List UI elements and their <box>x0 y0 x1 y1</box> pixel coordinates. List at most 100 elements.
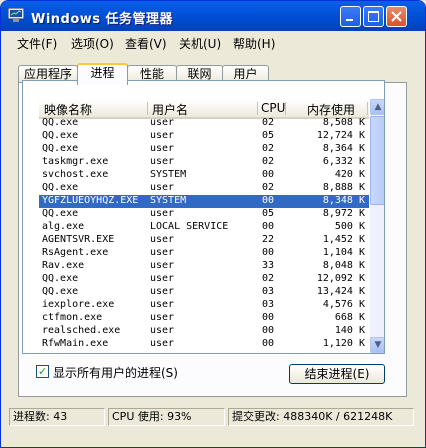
process-cpu: 05 <box>262 208 275 219</box>
close-icon <box>391 11 402 22</box>
process-list[interactable]: 映像名称 用户名 CPU 内存使用 QQ.exe user 02 8,508 K QQ.… <box>22 80 385 354</box>
process-cpu: 22 <box>262 234 275 245</box>
scroll-up-button[interactable]: ▲ <box>370 99 384 115</box>
process-row[interactable]: QQ.exe user 02 8,888 K <box>39 182 369 195</box>
process-memory: 4,576 K <box>322 299 365 310</box>
process-cpu: 02 <box>262 273 275 284</box>
window-title: Windows 任务管理器 <box>31 12 174 27</box>
show-all-users-checkbox[interactable]: ✓ <box>36 365 49 378</box>
process-row[interactable]: AGENTSVR.EXE user 22 1,452 K <box>39 234 369 247</box>
process-row[interactable]: alg.exe LOCAL SERVICE 00 500 K <box>39 221 369 234</box>
process-memory: 500 K <box>334 221 365 232</box>
process-name: QQ.exe <box>42 286 79 297</box>
status-commit-charge: 提交更改: 488340K / 621248K <box>228 408 414 426</box>
process-row[interactable]: QQ.exe user 05 8,972 K <box>39 208 369 221</box>
process-memory: 420 K <box>334 169 365 180</box>
process-row[interactable]: QQ.exe user 03 13,424 K <box>39 286 369 299</box>
column-divider[interactable] <box>285 102 286 115</box>
process-user: user <box>150 286 175 297</box>
process-cpu: 00 <box>262 221 275 232</box>
show-all-users-label[interactable]: 显示所有用户的进程(S) <box>53 364 178 381</box>
title-bar[interactable]: Windows 任务管理器 <box>1 1 425 31</box>
process-name: QQ.exe <box>42 182 79 193</box>
process-name: QQ.exe <box>42 208 79 219</box>
process-row[interactable]: QQ.exe user 02 8,364 K <box>39 143 369 156</box>
process-name: taskmgr.exe <box>42 156 109 167</box>
process-cpu: 02 <box>262 156 275 167</box>
process-row[interactable]: RsAgent.exe user 00 1,104 K <box>39 247 369 260</box>
tab-processes[interactable]: 进程 <box>77 63 128 85</box>
menu-shutdown[interactable]: 关机(U) <box>179 35 221 52</box>
process-name: svchost.exe <box>42 169 109 180</box>
status-process-count: 进程数: 43 <box>9 408 105 426</box>
process-user: user <box>150 338 175 349</box>
process-row[interactable]: ctfmon.exe user 00 668 K <box>39 312 369 325</box>
process-row[interactable]: QQ.exe user 02 12,092 K <box>39 273 369 286</box>
minimize-icon <box>346 19 353 21</box>
process-row[interactable]: svchost.exe SYSTEM 00 420 K <box>39 169 369 182</box>
process-user: user <box>150 325 175 336</box>
scroll-down-button[interactable]: ▼ <box>370 337 384 353</box>
process-memory: 8,888 K <box>322 182 365 193</box>
task-manager-icon <box>8 8 24 22</box>
process-name: RfwMain.exe <box>42 338 109 349</box>
process-cpu: 00 <box>262 247 275 258</box>
minimize-button[interactable] <box>340 6 361 27</box>
process-memory: 12,724 K <box>316 130 365 141</box>
process-row[interactable]: RfwMain.exe user 00 1,120 K <box>39 338 369 351</box>
column-cpu[interactable]: CPU <box>261 101 285 117</box>
task-manager-window: Windows 任务管理器 文件(F) 选项(O) 查看(V) 关机(U) 帮助… <box>0 0 426 448</box>
menu-help[interactable]: 帮助(H) <box>233 35 275 52</box>
column-user-name[interactable]: 用户名 <box>152 101 188 117</box>
process-cpu: 05 <box>262 130 275 141</box>
menu-bar: 文件(F) 选项(O) 查看(V) 关机(U) 帮助(H) <box>1 31 425 53</box>
process-user: SYSTEM <box>150 169 187 180</box>
process-user: user <box>150 182 175 193</box>
process-user: user <box>150 312 175 323</box>
column-divider[interactable] <box>257 102 258 115</box>
column-divider[interactable] <box>367 102 368 115</box>
process-name: QQ.exe <box>42 117 79 128</box>
column-memory[interactable]: 内存使用 <box>307 101 355 117</box>
process-user: user <box>150 143 175 154</box>
process-memory: 1,452 K <box>322 234 365 245</box>
process-row[interactable]: QQ.exe user 05 12,724 K <box>39 130 369 143</box>
process-name: QQ.exe <box>42 143 79 154</box>
process-row[interactable]: iexplore.exe user 03 4,576 K <box>39 299 369 312</box>
process-user: user <box>150 247 175 258</box>
process-cpu: 02 <box>262 182 275 193</box>
process-name: alg.exe <box>42 221 85 232</box>
process-memory: 12,092 K <box>316 273 365 284</box>
close-button[interactable] <box>386 6 407 27</box>
process-name: RsAgent.exe <box>42 247 109 258</box>
process-user: LOCAL SERVICE <box>150 221 229 232</box>
process-name: realsched.exe <box>42 325 121 336</box>
checkmark-icon: ✓ <box>37 365 48 378</box>
vertical-scrollbar[interactable]: ▲ ▼ <box>370 99 384 353</box>
menu-view[interactable]: 查看(V) <box>125 35 167 52</box>
maximize-button[interactable] <box>363 6 384 27</box>
process-row[interactable]: QQ.exe user 02 8,508 K <box>39 117 369 130</box>
menu-options[interactable]: 选项(O) <box>71 35 114 52</box>
process-user: user <box>150 299 175 310</box>
process-row[interactable]: Rav.exe user 33 8,048 K <box>39 260 369 273</box>
column-image-name[interactable]: 映像名称 <box>44 101 92 117</box>
process-user: user <box>150 234 175 245</box>
process-row[interactable]: realsched.exe user 00 140 K <box>39 325 369 338</box>
process-name: Rav.exe <box>42 260 85 271</box>
column-divider[interactable] <box>147 102 148 115</box>
process-memory: 1,120 K <box>322 338 365 349</box>
process-memory: 8,508 K <box>322 117 365 128</box>
scroll-thumb[interactable] <box>370 116 384 205</box>
process-user: user <box>150 156 175 167</box>
menu-file[interactable]: 文件(F) <box>17 35 57 52</box>
process-name: YGFZLUEOYHQZ.EXE <box>42 195 139 206</box>
process-cpu: 00 <box>262 195 275 206</box>
process-memory: 13,424 K <box>316 286 365 297</box>
process-cpu: 02 <box>262 117 275 128</box>
process-row[interactable]: taskmgr.exe user 02 6,332 K <box>39 156 369 169</box>
process-memory: 6,332 K <box>322 156 365 167</box>
end-process-button[interactable]: 结束进程(E) <box>289 364 385 384</box>
process-row[interactable]: YGFZLUEOYHQZ.EXE SYSTEM 00 8,348 K <box>39 195 369 208</box>
process-memory: 8,972 K <box>322 208 365 219</box>
